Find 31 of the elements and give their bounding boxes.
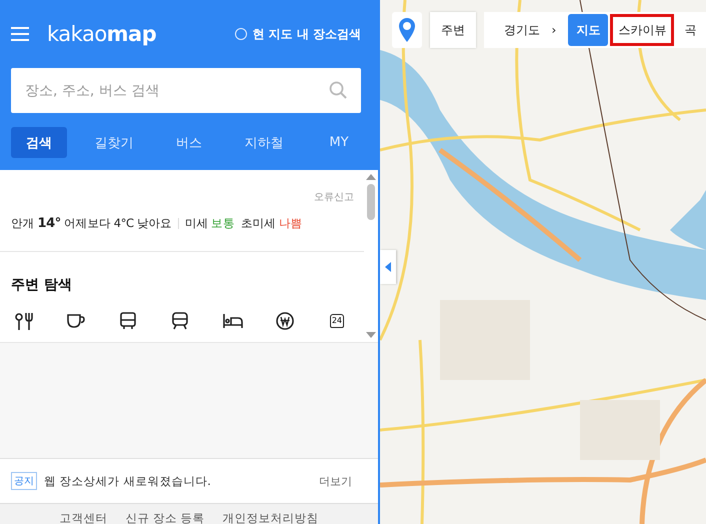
footer-link[interactable]: 신규 장소 등록 [125,511,205,524]
bus-icon[interactable] [120,312,136,330]
more-link[interactable]: 더보기 [319,474,352,488]
tab[interactable]: 검색 [11,127,67,158]
section-title: 주변 탐색 [11,276,73,294]
menu-icon[interactable] [11,27,29,41]
weather-text: 안개 14° 어제보다 4°C 낮아요 미세 보통 초미세 나쁨 [11,216,304,231]
tab[interactable]: 버스 [161,127,217,158]
train-icon[interactable] [172,312,188,330]
tab[interactable]: 길찾기 [86,127,142,158]
footer-link[interactable]: 개인정보처리방침 [222,511,319,524]
won-coin-icon[interactable] [276,312,294,330]
pin-button[interactable] [392,12,422,48]
nearby-button[interactable]: 주변 [430,12,476,48]
tab[interactable]: MY [311,127,367,158]
notice-badge: 공지 [11,472,37,490]
search-field[interactable]: 장소, 주소, 버스 검색 [11,68,361,113]
logo[interactable]: kakaomap [47,22,156,46]
fork-knife-icon[interactable] [15,312,33,330]
map-type-tab[interactable]: 스카이뷰 [610,14,674,46]
triangle-left-icon [385,262,391,272]
store-icon[interactable]: 24 [330,314,344,328]
footer-link[interactable]: 고객센터 [59,511,108,524]
tab[interactable]: 지하철 [236,127,292,158]
bed-icon[interactable] [222,313,243,329]
notice-text[interactable]: 웹 장소상세가 새로워졌습니다. [44,474,211,488]
cup-icon[interactable] [67,313,86,329]
map-type-tab[interactable]: 지도 [568,14,608,46]
collapse-panel-button[interactable] [380,250,396,284]
map-search-radio[interactable]: 현 지도 내 장소검색 [235,26,361,42]
map-pin-icon [398,17,416,43]
